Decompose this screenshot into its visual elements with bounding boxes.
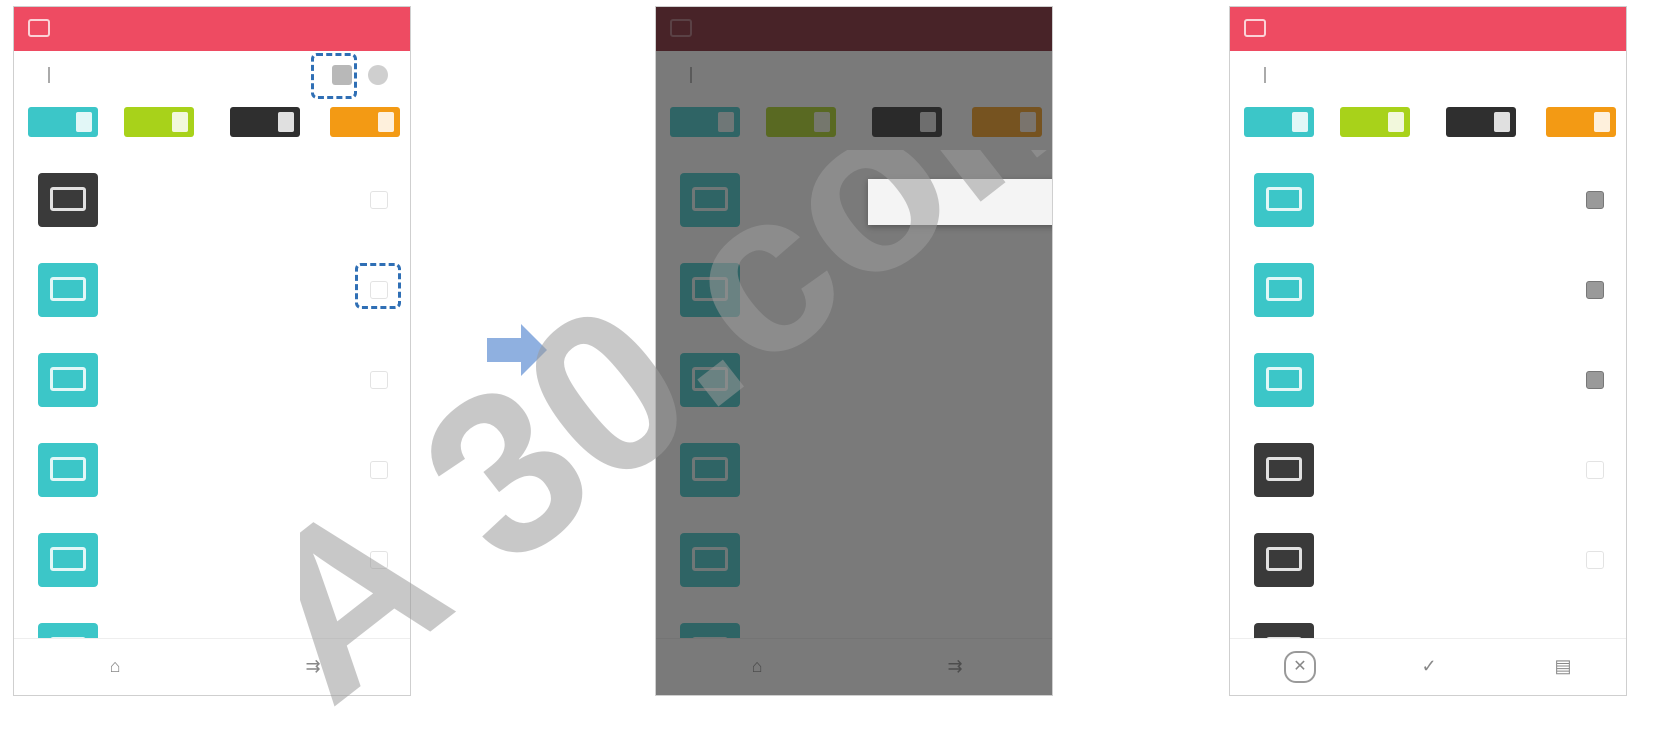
bottom-toolbar: ✕ ✓ ▤ xyxy=(1230,638,1626,695)
chip-4[interactable] xyxy=(330,107,400,137)
file-thumbnail-icon xyxy=(1254,443,1314,497)
filter-chips xyxy=(1244,107,1618,141)
list-item[interactable] xyxy=(14,245,410,335)
file-thumbnail-icon xyxy=(1254,353,1314,407)
folder-icon xyxy=(1264,67,1274,83)
list-item[interactable] xyxy=(1230,335,1626,425)
chip-4[interactable] xyxy=(1546,107,1616,137)
file-thumbnail-icon xyxy=(38,263,98,317)
file-thumbnail-icon xyxy=(38,443,98,497)
select-checkbox[interactable] xyxy=(1586,371,1604,389)
folder-icon xyxy=(48,67,58,83)
home-icon[interactable]: ⌂ xyxy=(104,655,126,677)
list-item[interactable] xyxy=(1230,425,1626,515)
chip-2[interactable] xyxy=(1340,107,1410,137)
back-icon[interactable] xyxy=(1244,19,1266,37)
chip-1[interactable] xyxy=(1244,107,1314,137)
file-thumbnail-icon xyxy=(1254,533,1314,587)
phone-screen-2: ⌂ ⇉ xyxy=(655,6,1053,696)
chip-3[interactable] xyxy=(230,107,300,137)
settings-icon[interactable] xyxy=(368,65,388,85)
back-icon[interactable] xyxy=(28,19,50,37)
list-item[interactable] xyxy=(14,515,410,605)
context-popup[interactable] xyxy=(868,179,1052,225)
select-checkbox[interactable] xyxy=(1586,191,1604,209)
app-header xyxy=(14,7,410,51)
list-item[interactable] xyxy=(14,335,410,425)
select-checkbox[interactable] xyxy=(370,551,388,569)
app-header xyxy=(1230,7,1626,51)
phone-screen-1: ⌂ ⇉ xyxy=(13,6,411,696)
bottom-toolbar: ⌂ ⇉ xyxy=(14,638,410,695)
select-checkbox[interactable] xyxy=(1586,551,1604,569)
chip-1[interactable] xyxy=(28,107,98,137)
list-item[interactable] xyxy=(14,155,410,245)
dim-overlay xyxy=(656,7,1052,695)
file-thumbnail-icon xyxy=(38,353,98,407)
list-item[interactable] xyxy=(14,425,410,515)
list-item[interactable] xyxy=(1230,155,1626,245)
select-checkbox[interactable] xyxy=(1586,461,1604,479)
path-bar xyxy=(1230,61,1626,91)
close-icon[interactable]: ✕ xyxy=(1284,651,1316,683)
check-icon[interactable]: ✓ xyxy=(1418,655,1440,677)
file-thumbnail-icon xyxy=(38,533,98,587)
select-checkbox[interactable] xyxy=(1586,281,1604,299)
highlight-checkbox xyxy=(355,263,401,309)
select-checkbox[interactable] xyxy=(370,371,388,389)
chip-2[interactable] xyxy=(124,107,194,137)
select-checkbox[interactable] xyxy=(370,191,388,209)
file-thumbnail-icon xyxy=(1254,173,1314,227)
share-icon[interactable]: ⇉ xyxy=(302,655,324,677)
list-item[interactable] xyxy=(1230,245,1626,335)
file-thumbnail-icon xyxy=(38,173,98,227)
delete-icon[interactable]: ▤ xyxy=(1552,655,1574,677)
highlight-select-mode xyxy=(311,53,357,99)
list-item[interactable] xyxy=(1230,515,1626,605)
file-thumbnail-icon xyxy=(1254,263,1314,317)
filter-chips xyxy=(28,107,402,141)
arrow-right-icon xyxy=(487,324,547,376)
chip-3[interactable] xyxy=(1446,107,1516,137)
select-checkbox[interactable] xyxy=(370,461,388,479)
phone-screen-3: ✕ ✓ ▤ xyxy=(1229,6,1627,696)
